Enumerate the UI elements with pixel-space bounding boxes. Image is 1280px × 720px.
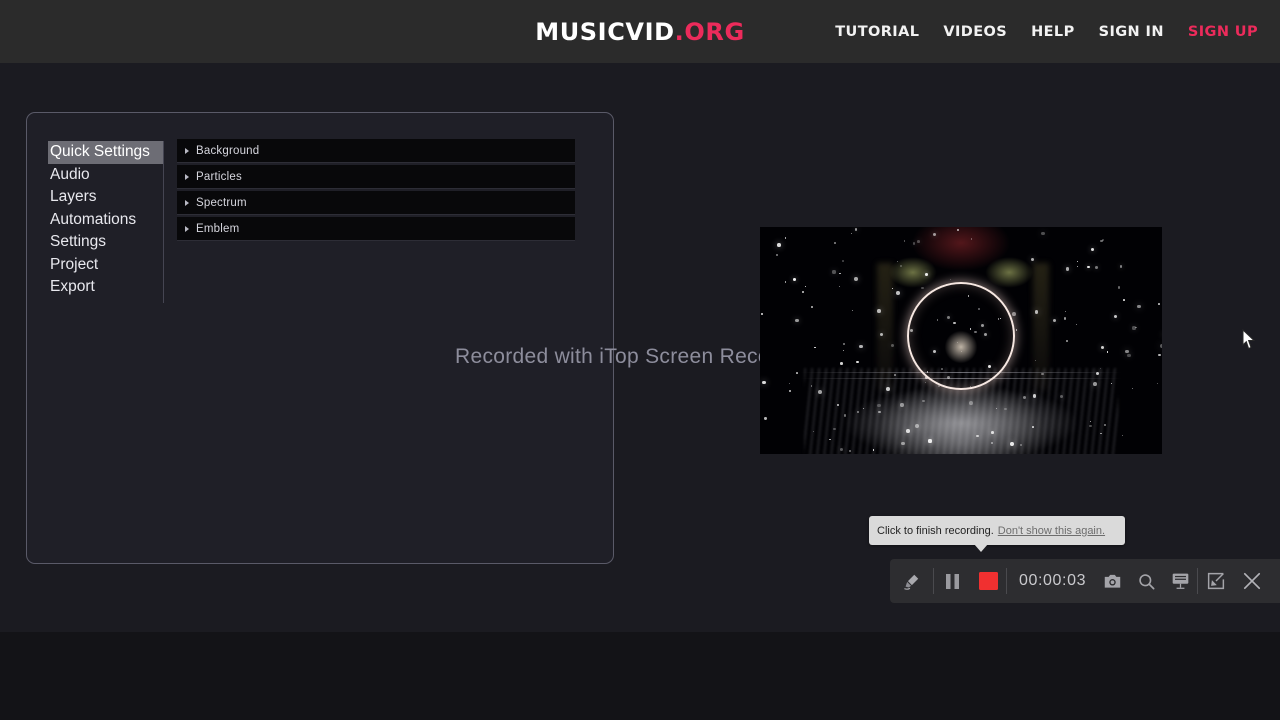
accordion-label: Emblem	[196, 222, 240, 235]
app-root: MUSICVID .ORG TUTORIAL VIDEOS HELP SIGN I…	[0, 0, 1280, 720]
editor-menu: Quick Settings Audio Layers Automations …	[48, 141, 163, 299]
close-icon	[1244, 572, 1261, 590]
chevron-right-icon	[185, 173, 189, 180]
recorder-tooltip: Click to finish recording. Don't show th…	[869, 516, 1125, 552]
preview-emblem-ring	[907, 281, 1015, 390]
stop-recording-button[interactable]	[970, 559, 1006, 603]
recorder-toolbar: 00:00:03	[890, 559, 1280, 603]
zoom-magnifier-icon	[1138, 573, 1155, 589]
marker-icon	[904, 574, 919, 590]
sidebar-item-automations[interactable]: Automations	[48, 209, 163, 232]
accordion-item-particles[interactable]: Particles	[177, 165, 575, 189]
whiteboard-icon	[1172, 573, 1188, 589]
accordion-label: Spectrum	[196, 196, 247, 209]
tooltip-tail	[974, 544, 988, 552]
accordion-item-emblem[interactable]: Emblem	[177, 217, 575, 241]
accordion-label: Particles	[196, 170, 242, 183]
site-header: MUSICVID .ORG TUTORIAL VIDEOS HELP SIGN I…	[0, 0, 1280, 63]
accordion-label: Background	[196, 144, 260, 157]
accordion-item-spectrum[interactable]: Spectrum	[177, 191, 575, 215]
sidebar-item-export[interactable]: Export	[48, 276, 163, 299]
settings-accordion: Background Particles Spectrum Emblem	[177, 139, 575, 241]
cursor-arrow-icon	[1242, 328, 1256, 350]
video-preview[interactable]	[760, 227, 1162, 454]
stop-record-icon	[978, 572, 998, 590]
audio-player-bar: 00:37.86	[0, 632, 1280, 720]
nav-link-tutorial[interactable]: TUTORIAL	[835, 24, 919, 40]
nav-link-help[interactable]: HELP	[1031, 24, 1075, 40]
sidebar-item-quick-settings[interactable]: Quick Settings	[48, 141, 163, 164]
panel-divider	[163, 141, 164, 303]
close-button[interactable]	[1234, 559, 1270, 603]
chevron-right-icon	[185, 199, 189, 206]
nav-link-videos[interactable]: VIDEOS	[943, 24, 1007, 40]
chevron-right-icon	[185, 225, 189, 232]
recording-timer: 00:00:03	[1019, 572, 1087, 589]
accordion-item-background[interactable]: Background	[177, 139, 575, 163]
sidebar-item-audio[interactable]: Audio	[48, 164, 163, 187]
whiteboard-button[interactable]	[1163, 559, 1197, 603]
mouse-cursor	[1242, 328, 1256, 354]
editor-panel: Quick Settings Audio Layers Automations …	[26, 112, 614, 564]
tooltip-dismiss-link[interactable]: Don't show this again.	[998, 525, 1105, 537]
nav-link-sign-up[interactable]: SIGN UP	[1188, 24, 1258, 40]
sidebar-item-layers[interactable]: Layers	[48, 186, 163, 209]
minimize-button[interactable]	[1198, 559, 1234, 603]
screenshot-button[interactable]	[1095, 559, 1129, 603]
chevron-right-icon	[185, 147, 189, 154]
sidebar-item-project[interactable]: Project	[48, 254, 163, 277]
main-nav: TUTORIAL VIDEOS HELP SIGN IN SIGN UP	[835, 0, 1258, 63]
tooltip-text: Click to finish recording.	[877, 524, 994, 537]
zoom-button[interactable]	[1129, 559, 1163, 603]
sidebar-item-settings[interactable]: Settings	[48, 231, 163, 254]
pause-icon	[945, 573, 959, 589]
minimize-icon	[1207, 572, 1225, 590]
pause-button[interactable]	[934, 559, 970, 603]
screen-recorder-watermark: Recorded with iTop Screen Recorder	[455, 345, 809, 368]
marker-button[interactable]	[890, 559, 933, 603]
logo-suffix: .ORG	[674, 17, 745, 46]
nav-link-sign-in[interactable]: SIGN IN	[1099, 24, 1164, 40]
logo-main: MUSICVID	[535, 17, 675, 46]
screenshot-camera-icon	[1104, 574, 1120, 588]
